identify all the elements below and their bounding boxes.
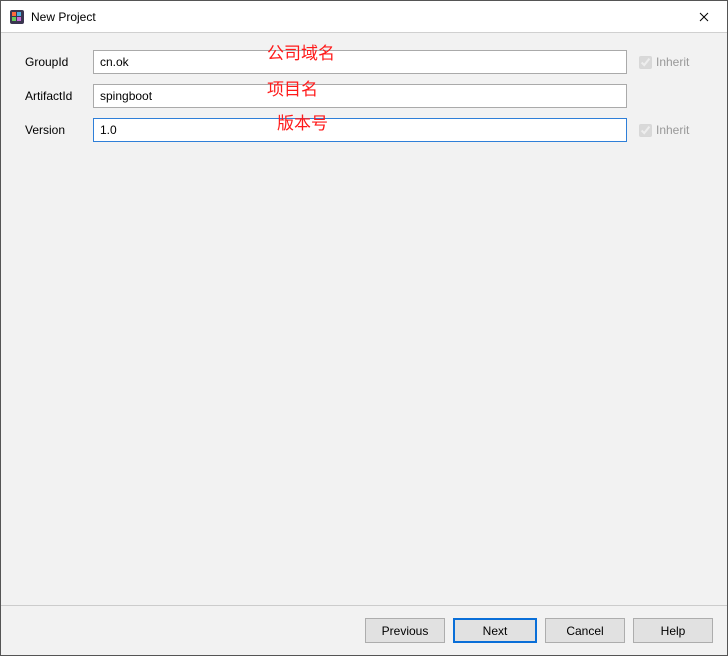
close-icon — [699, 9, 709, 25]
version-row: Version Inherit — [25, 117, 711, 143]
groupid-inherit: Inherit — [639, 55, 711, 69]
artifactid-row: ArtifactId — [25, 83, 711, 109]
window-title: New Project — [31, 10, 681, 24]
version-inherit-checkbox — [639, 124, 652, 137]
cancel-button[interactable]: Cancel — [545, 618, 625, 643]
titlebar: New Project — [1, 1, 727, 33]
version-input[interactable] — [93, 118, 627, 142]
inherit-label: Inherit — [656, 123, 689, 137]
artifactid-label: ArtifactId — [25, 89, 93, 103]
artifactid-input[interactable] — [93, 84, 627, 108]
app-icon — [9, 9, 25, 25]
groupid-label: GroupId — [25, 55, 93, 69]
help-button[interactable]: Help — [633, 618, 713, 643]
previous-button[interactable]: Previous — [365, 618, 445, 643]
groupid-input[interactable] — [93, 50, 627, 74]
groupid-inherit-checkbox — [639, 56, 652, 69]
version-inherit: Inherit — [639, 123, 711, 137]
inherit-label: Inherit — [656, 55, 689, 69]
next-button[interactable]: Next — [453, 618, 537, 643]
groupid-row: GroupId Inherit — [25, 49, 711, 75]
dialog-content: GroupId Inherit ArtifactId Version Inher… — [1, 33, 727, 605]
close-button[interactable] — [681, 1, 727, 33]
version-label: Version — [25, 123, 93, 137]
dialog-footer: Previous Next Cancel Help — [1, 605, 727, 655]
